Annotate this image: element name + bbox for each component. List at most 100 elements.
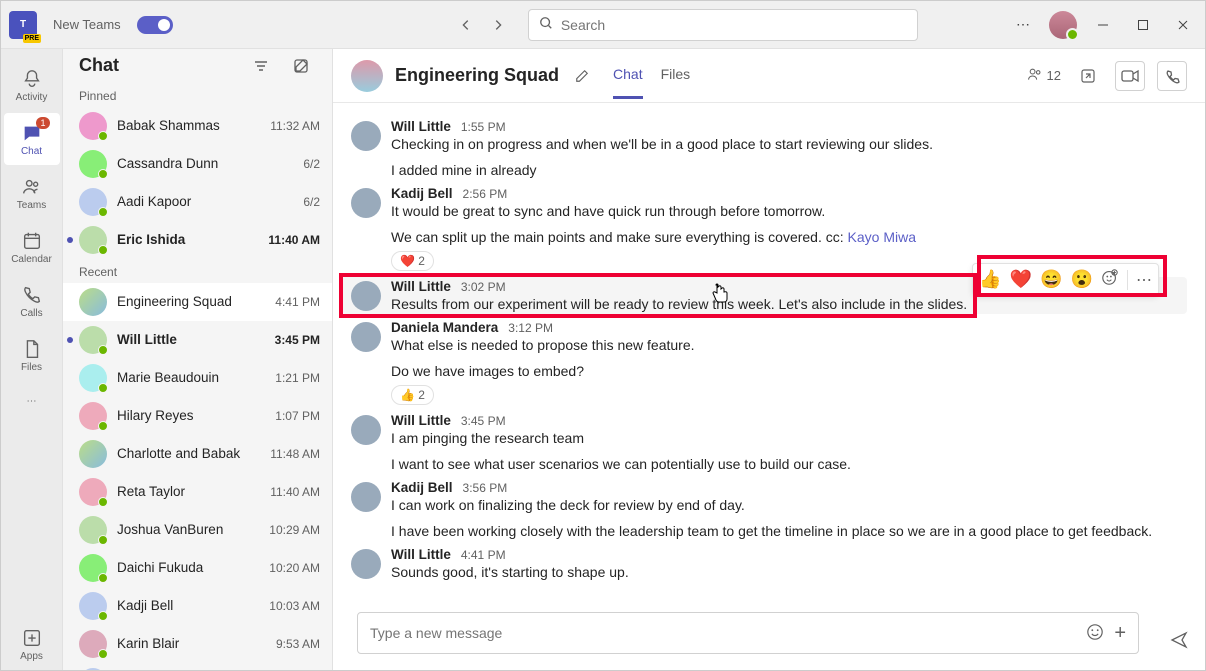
more-options-button[interactable]: ⋯ [1009,11,1037,39]
chat-row[interactable]: MJ Price 9:28 AM [63,663,332,670]
chat-row[interactable]: Reta Taylor 11:40 AM [63,473,332,511]
reaction-option[interactable]: 😮 [1071,269,1093,290]
app-rail: Activity 1 Chat Teams Calendar Calls [1,49,63,670]
message[interactable]: I have been working closely with the lea… [341,519,1187,541]
chat-row[interactable]: Aadi Kapoor 6/2 [63,183,332,221]
edit-title-button[interactable] [571,65,593,87]
avatar [79,188,107,216]
message-text: Sounds good, it's starting to shape up. [391,564,1177,580]
new-chat-button[interactable] [286,51,316,81]
chat-row[interactable]: Kadji Bell 10:03 AM [63,587,332,625]
chat-row[interactable]: Engineering Squad 4:41 PM [63,283,332,321]
conversation-title: Engineering Squad [395,65,559,86]
message[interactable]: Will Little 3:02 PM Results from our exp… [341,277,1187,314]
chat-row[interactable]: Joshua VanBuren 10:29 AM [63,511,332,549]
people-icon [1027,66,1043,85]
rail-apps[interactable]: Apps [4,618,60,670]
tab-files[interactable]: Files [661,52,691,99]
rail-calls[interactable]: Calls [4,275,60,327]
message[interactable]: I added mine in already [341,158,1187,180]
send-button[interactable] [1163,624,1195,656]
titlebar: TPRE New Teams ⋯ [1,1,1205,49]
chat-time: 9:53 AM [276,637,320,651]
message[interactable]: Daniela Mandera 3:12 PM What else is nee… [341,318,1187,355]
open-app-button[interactable] [1073,61,1103,91]
message-text: I can work on finalizing the deck for re… [391,497,1177,513]
chat-row[interactable]: Eric Ishida 11:40 AM [63,221,332,259]
rail-files[interactable]: Files [4,329,60,381]
chat-row[interactable]: Daichi Fukuda 10:20 AM [63,549,332,587]
chat-row[interactable]: Hilary Reyes 1:07 PM [63,397,332,435]
window-close-button[interactable] [1169,11,1197,39]
message-more-button[interactable]: ⋯ [1136,270,1152,290]
message[interactable]: Kadij Bell 3:56 PM I can work on finaliz… [341,478,1187,515]
people-icon [21,176,43,198]
reaction-option[interactable]: 😄 [1040,269,1062,290]
search-input[interactable] [561,17,907,33]
chat-name: Cassandra Dunn [117,156,293,171]
rail-calendar[interactable]: Calendar [4,221,60,273]
chat-row[interactable]: Marie Beaudouin 1:21 PM [63,359,332,397]
message-time: 3:02 PM [461,280,506,294]
message-text: I want to see what user scenarios we can… [391,456,1177,472]
message-time: 1:55 PM [461,120,506,134]
reaction-chip[interactable]: ❤️ 2 [391,251,434,271]
rail-more[interactable]: ⋯ [4,383,60,419]
reaction-option[interactable]: ❤️ [1010,269,1032,290]
chat-row[interactable]: Charlotte and Babak 11:48 AM [63,435,332,473]
reaction-option[interactable]: 👍 [979,269,1001,290]
message-composer[interactable]: + [357,612,1139,654]
chat-time: 6/2 [303,157,320,171]
nav-back-button[interactable] [452,11,480,39]
avatar [79,288,107,316]
message-time: 3:56 PM [463,481,508,495]
search-box[interactable] [528,9,918,41]
audio-call-button[interactable] [1157,61,1187,91]
chat-time: 4:41 PM [275,295,320,309]
message-text: I am pinging the research team [391,430,1177,446]
avatar [79,150,107,178]
message-text: What else is needed to propose this new … [391,337,1177,353]
chat-name: Daichi Fukuda [117,560,259,575]
chat-row[interactable]: Will Little 3:45 PM [63,321,332,359]
message[interactable]: I want to see what user scenarios we can… [341,452,1187,474]
chat-row[interactable]: Karin Blair 9:53 AM [63,625,332,663]
bell-icon [21,68,43,90]
message[interactable]: Will Little 4:41 PM Sounds good, it's st… [341,545,1187,582]
nav-forward-button[interactable] [484,11,512,39]
tab-chat[interactable]: Chat [613,52,643,99]
message[interactable]: Kadij Bell 2:56 PM It would be great to … [341,184,1187,221]
message-author: Will Little [391,547,451,562]
rail-teams[interactable]: Teams [4,167,60,219]
composer-input[interactable] [370,625,1076,641]
avatar [79,326,107,354]
message[interactable]: Will Little 1:55 PM Checking in on progr… [341,117,1187,154]
rail-activity[interactable]: Activity [4,59,60,111]
message-list[interactable]: Will Little 1:55 PM Checking in on progr… [333,103,1205,604]
window-maximize-button[interactable] [1129,11,1157,39]
message-text: We can split up the main points and make… [391,229,1177,245]
rail-chat[interactable]: 1 Chat [4,113,60,165]
message[interactable]: Will Little 3:45 PM I am pinging the res… [341,411,1187,448]
chat-row[interactable]: Babak Shammas 11:32 AM [63,107,332,145]
window-minimize-button[interactable] [1089,11,1117,39]
reaction-bar[interactable]: 👍 ❤️ 😄 😮 ⋯ [972,263,1159,296]
chat-row[interactable]: Cassandra Dunn 6/2 [63,145,332,183]
participants-button[interactable]: 12 [1027,66,1061,85]
message[interactable]: Do we have images to embed? 👍 2 [341,359,1187,407]
current-user-avatar[interactable] [1049,11,1077,39]
new-teams-toggle[interactable] [137,16,173,34]
message-author: Kadij Bell [391,480,453,495]
message-text: I have been working closely with the lea… [391,523,1177,539]
avatar [79,478,107,506]
filter-button[interactable] [246,51,276,81]
emoji-button[interactable] [1086,623,1104,644]
message-author: Will Little [391,279,451,294]
video-call-button[interactable] [1115,61,1145,91]
chat-name: Hilary Reyes [117,408,265,423]
message-author: Will Little [391,119,451,134]
avatar [79,402,107,430]
reaction-chip[interactable]: 👍 2 [391,385,434,405]
attach-button[interactable]: + [1114,622,1126,645]
add-reaction-icon[interactable] [1101,268,1119,291]
